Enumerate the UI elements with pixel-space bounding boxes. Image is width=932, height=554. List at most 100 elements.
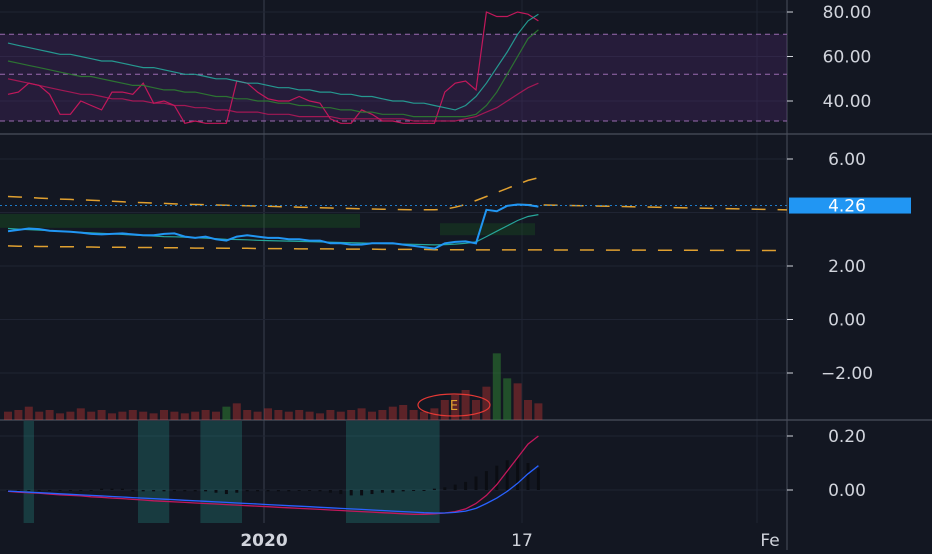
cloud-band [0,213,360,228]
volume-bar [368,411,376,420]
volume-bar [66,411,75,420]
cloud-band [440,223,535,236]
volume-bar [24,406,33,420]
oscillator-bar [328,490,332,493]
price-axis[interactable]: 40.00 60.00 80.00 −2.00 0.00 2.00 6.00 0.00 0.20… [787,3,911,501]
oscillator-bar [464,481,468,490]
oscillator-bar [214,490,218,493]
oscillator-bar [58,490,62,491]
volume-bar [232,403,241,420]
volume-pane [4,353,543,420]
oscillator-bar [235,490,239,493]
volume-bar [388,406,397,420]
oscillator-axis-label: 0.20 [828,427,866,447]
volume-bar [295,410,304,420]
oscillator-bar [224,490,228,495]
volume-bar [128,410,137,420]
oscillator-bar [318,490,322,492]
oscillator-bar [152,490,156,492]
rsi-band-fill [0,34,787,122]
oscillator-zone [346,421,440,523]
oscillator-bar [172,490,176,492]
rsi-axis-label: 60.00 [823,48,872,68]
volume-bar [336,411,345,420]
oscillator-bar [308,490,312,491]
oscillator-bar [16,490,20,491]
oscillator-bar [453,484,457,490]
oscillator-bar [474,476,478,490]
rsi-pane[interactable] [0,11,787,124]
volume-bar [420,411,428,420]
oscillator-bar [370,490,374,495]
price-axis-label: 0.00 [828,311,866,331]
volume-bar [35,411,44,420]
volume-bar [222,406,231,420]
oscillator-zone [200,421,242,523]
volume-bar [378,410,387,420]
price-axis-label: −2.00 [821,364,873,384]
oscillator-bar [68,490,72,491]
oscillator-bar [401,490,405,492]
oscillator-bar [360,490,364,496]
oscillator-bar [37,490,41,491]
oscillator-bar [422,490,426,491]
envelope-lower [7,245,788,252]
oscillator-bar [193,490,197,492]
volume-bar [524,400,532,420]
oscillator-bar [349,490,353,496]
time-axis[interactable]: 2020 17 Fe [240,531,779,551]
volume-bar [347,410,356,420]
oscillator-bar [141,490,145,492]
oscillator-bar [110,488,114,490]
oscillator-bar [276,490,280,492]
volume-bar [409,410,418,420]
price-axis-label: 2.00 [828,257,866,277]
earnings-marker-label: E [450,399,458,414]
oscillator-bar [204,490,208,492]
envelope-upper [7,176,539,211]
volume-bar [4,411,12,420]
volume-bar [513,383,522,420]
oscillator-bar [79,490,83,491]
volume-bar [534,403,543,420]
oscillator-bar [516,457,520,490]
current-price-label[interactable]: 4.26 [789,197,911,217]
current-price-label-text: 4.26 [828,197,866,217]
oscillator-bar [339,490,343,495]
price-pane[interactable] [0,176,788,252]
volume-bar [472,400,480,420]
volume-bar [316,413,324,420]
oscillator-bar [297,490,301,491]
volume-bar [56,413,64,420]
oscillator-bar [100,488,104,490]
oscillator-bar [526,463,530,490]
oscillator-bar [162,490,166,492]
volume-bar [399,405,408,420]
oscillator-bar [245,490,249,492]
chart-svg[interactable]: 40.00 60.00 80.00 −2.00 0.00 2.00 6.00 0.00 0.20… [0,0,932,551]
volume-bar [76,408,85,420]
oscillator-bar [536,468,540,490]
oscillator-zone [138,421,170,523]
oscillator-bar [380,490,384,493]
chart-area[interactable]: 40.00 60.00 80.00 −2.00 0.00 2.00 6.00 0.00 0.20… [0,0,932,551]
price-axis-label: 6.00 [828,150,866,170]
time-axis-label: Fe [760,531,779,550]
oscillator-bar [120,488,124,490]
time-axis-label: 17 [511,531,533,550]
oscillator-bar [131,490,135,492]
volume-bar [45,410,54,420]
volume-bar [212,411,220,420]
volume-bar [284,411,293,420]
volume-bar [170,411,179,420]
rsi-axis-label: 80.00 [823,3,872,23]
volume-bar [201,410,210,420]
volume-bar [357,408,366,420]
oscillator-bar [443,487,447,490]
rsi-axis-label: 40.00 [823,92,872,112]
volume-bar [149,413,158,420]
volume-bar [264,408,272,420]
oscillator-bar [484,471,488,490]
oscillator-bar [256,490,260,492]
volume-bar [108,413,116,420]
